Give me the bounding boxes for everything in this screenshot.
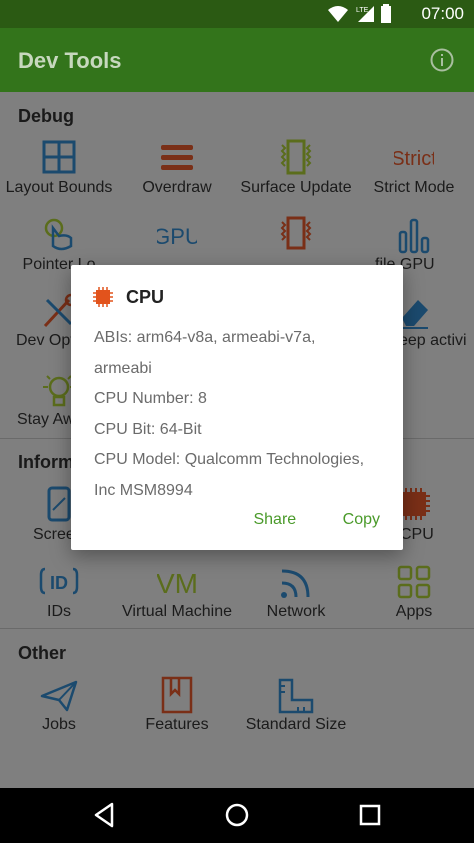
app-title: Dev Tools — [18, 48, 122, 73]
dialog-actions: Share Copy — [211, 511, 380, 535]
svg-text:LTE: LTE — [356, 7, 369, 14]
signal-icon: LTE — [356, 6, 374, 22]
tile-surface-update[interactable]: Surface Update — [237, 139, 355, 215]
tile-label: Virtual Machine — [122, 603, 232, 620]
svg-text:GPU: GPU — [157, 224, 197, 249]
network-icon — [281, 569, 310, 598]
status-icons: LTE — [327, 4, 394, 24]
dialog-body: ABIs: arm64-v8a, armeabi-v7a, armeabi CP… — [94, 323, 386, 506]
tile-label: eep activi — [399, 332, 467, 349]
dialog-title: CPU — [126, 287, 165, 307]
tile-jobs[interactable]: Jobs — [0, 676, 118, 752]
dialog-line: armeabi — [94, 359, 152, 377]
section-title-information: Inform — [18, 452, 74, 472]
status-time: 07:00 — [421, 4, 464, 23]
dialog-line: CPU Number: 8 — [94, 390, 207, 407]
home-icon[interactable] — [222, 800, 252, 830]
tile-features[interactable]: Features — [118, 676, 236, 752]
tile-standard-size[interactable]: Standard Size — [237, 676, 355, 752]
info-icon[interactable] — [430, 48, 454, 72]
svg-text:Strict: Strict — [394, 148, 434, 170]
apps-icon — [397, 565, 431, 599]
svg-text:VM: VM — [157, 568, 197, 599]
cpu-dialog: CPU ABIs: arm64-v8a, armeabi-v7a, armeab… — [71, 265, 403, 550]
pointer-location-icon — [44, 218, 73, 251]
gpu-rendering-icon: GPU — [157, 224, 197, 249]
features-icon — [161, 676, 193, 714]
tile-label: Strict Mode — [373, 179, 455, 196]
app-bar: Dev Tools — [0, 28, 474, 92]
tile-layout-bounds[interactable]: Layout Bounds — [0, 139, 118, 215]
ids-icon: ID — [39, 567, 79, 595]
dialog-line: Inc MSM8994 — [94, 481, 193, 499]
dialog-line: CPU Model: Qualcomm Technologies, — [94, 451, 365, 468]
svg-text:ID: ID — [50, 573, 68, 593]
copy-button[interactable]: Copy — [343, 511, 380, 529]
layout-bounds-icon — [42, 140, 76, 174]
tile-label: Apps — [395, 603, 433, 620]
dialog-line: ABIs: arm64-v8a, armeabi-v7a, — [94, 329, 316, 346]
back-icon[interactable] — [89, 800, 119, 830]
tile-label: CPU — [400, 526, 434, 543]
dialog-line: CPU Bit: 64-Bit — [94, 420, 202, 438]
vm-icon: VM — [157, 568, 197, 599]
battery-icon — [381, 4, 391, 23]
tile-strict-mode[interactable]: Strict Strict Mode — [355, 139, 473, 215]
share-button[interactable]: Share — [253, 511, 296, 529]
recents-icon[interactable] — [355, 800, 385, 830]
section-title-debug: Debug — [18, 106, 74, 126]
divider — [0, 628, 474, 629]
profile-gpu-icon — [398, 218, 430, 254]
tile-label: Overdraw — [142, 179, 212, 196]
gpu-view-updates-icon — [280, 216, 312, 250]
tile-overdraw[interactable]: Overdraw — [118, 139, 236, 215]
surface-update-icon — [280, 139, 312, 175]
status-bar: LTE 07:00 — [0, 0, 474, 28]
strict-mode-icon: Strict — [394, 148, 434, 170]
cpu-icon — [93, 287, 113, 307]
tile-label: Features — [145, 716, 209, 733]
navigation-bar — [0, 788, 474, 843]
jobs-icon — [40, 680, 78, 712]
overdraw-icon — [161, 145, 193, 170]
standard-size-icon — [278, 678, 314, 714]
tile-label: Standard Size — [245, 716, 347, 733]
section-title-other: Other — [18, 643, 67, 663]
wifi-icon — [328, 6, 349, 22]
